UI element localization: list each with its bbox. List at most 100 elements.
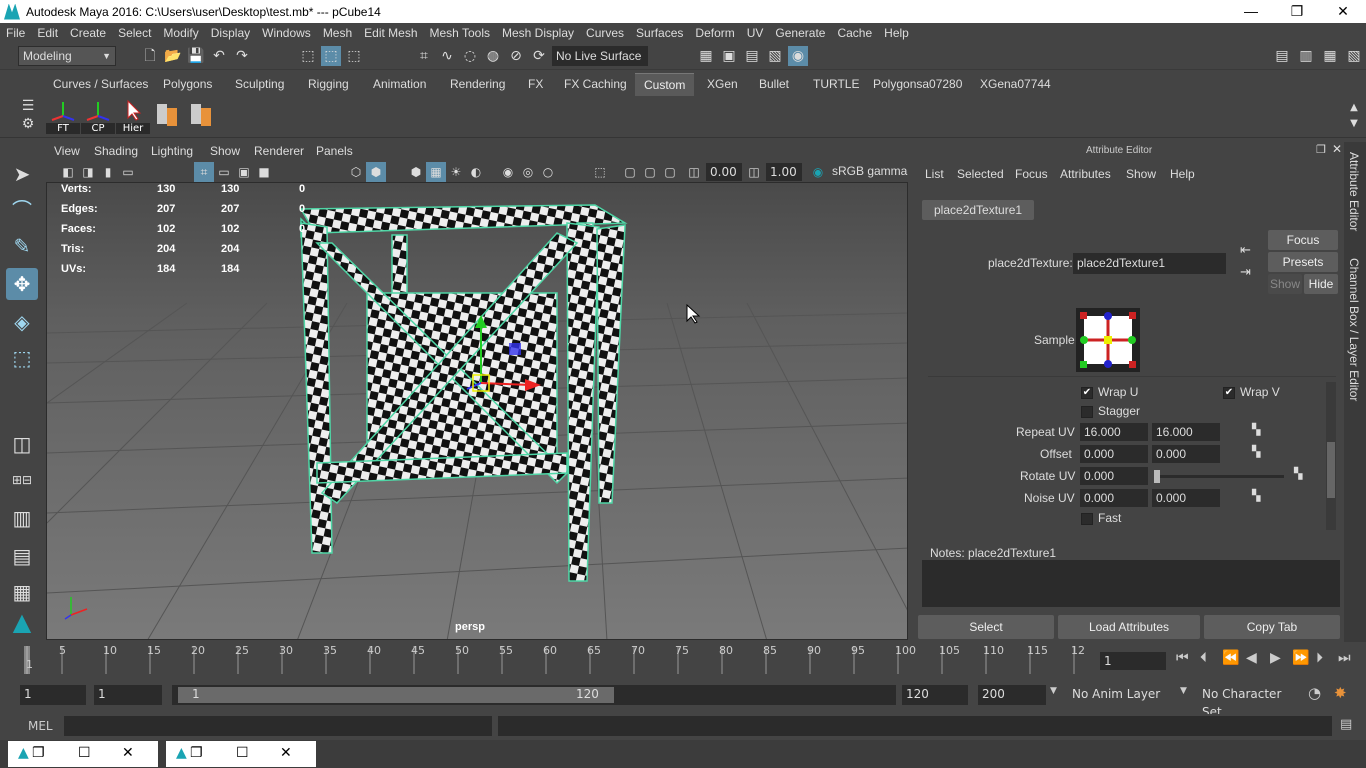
open-scene-icon[interactable]: 📂 — [163, 46, 183, 66]
workspace-icon[interactable]: ▤ — [1272, 46, 1292, 66]
rotate-tool-icon[interactable]: ◈ — [6, 306, 38, 338]
move-tool-icon[interactable]: ✥ — [6, 268, 38, 300]
fast-checkbox[interactable] — [1081, 513, 1093, 525]
anti-alias-icon[interactable]: ○ — [538, 162, 558, 182]
script-editor-icon[interactable]: ▤ — [1340, 717, 1352, 732]
go-to-start-icon[interactable]: ⏮ — [1176, 650, 1189, 666]
snap-surface-icon[interactable]: ⊘ — [506, 46, 526, 66]
menu-mesh-tools[interactable]: Mesh Tools — [424, 23, 496, 43]
playback-range-handle[interactable] — [178, 687, 614, 703]
close-icon[interactable]: ✕ — [122, 745, 134, 761]
shelf-item-script-1[interactable] — [153, 98, 187, 134]
3d-viewport[interactable]: Verts: 130 130 0 Edges: 207 207 0 Faces:… — [46, 182, 908, 640]
scale-tool-icon[interactable]: ⬚ — [6, 342, 38, 374]
animation-preferences-icon[interactable]: ✸ — [1334, 684, 1347, 702]
hypershade-icon[interactable]: ◉ — [788, 46, 808, 66]
ae-scrollbar-thumb[interactable] — [1327, 442, 1335, 498]
shelf-tab-sculpting[interactable]: Sculpting — [226, 73, 293, 96]
menu-surfaces[interactable]: Surfaces — [630, 23, 689, 43]
ae-menu-help[interactable]: Help — [1170, 167, 1195, 181]
select-component-icon[interactable]: ⬚ — [344, 46, 364, 66]
make-live-icon[interactable]: ⟳ — [529, 46, 549, 66]
side-tab-attribute-editor[interactable]: Attribute Editor — [1347, 152, 1361, 231]
shelf-settings-icon[interactable]: ⚙ — [18, 114, 38, 134]
xray-joints-icon[interactable]: ▢ — [640, 162, 660, 182]
camera-attr-icon[interactable]: ◨ — [78, 162, 98, 182]
maximize-icon[interactable]: ☐ — [236, 745, 249, 761]
snap-view-icon[interactable]: ◍ — [483, 46, 503, 66]
command-language-label[interactable]: MEL — [28, 719, 53, 733]
ae-scrollbar[interactable] — [1326, 382, 1336, 530]
menu-uv[interactable]: UV — [741, 23, 770, 43]
select-tool-icon[interactable]: ➤ — [6, 158, 38, 190]
shelf-item-freeze-transforms[interactable]: FT — [46, 98, 80, 134]
minimized-window[interactable]: ▲ ❐ ☐ ✕ — [166, 741, 316, 767]
select-object-icon[interactable]: ⬚ — [321, 46, 341, 66]
stagger-checkbox[interactable] — [1081, 406, 1093, 418]
show-button[interactable]: Show — [1268, 274, 1302, 294]
close-icon[interactable]: ✕ — [280, 745, 292, 761]
textures-toggle-icon[interactable]: ▦ — [426, 162, 446, 182]
toggle-channel-box-icon[interactable]: ▧ — [1344, 46, 1364, 66]
menu-display[interactable]: Display — [205, 23, 256, 43]
shelf-tab-polygonsa07280[interactable]: Polygonsa07280 — [864, 73, 971, 96]
ae-node-tab[interactable]: place2dTexture1 — [922, 200, 1035, 220]
input-connections-icon[interactable]: ⇤ — [1240, 242, 1251, 258]
minimize-button[interactable]: — — [1228, 0, 1274, 23]
shelf-tab-curves-surfaces[interactable]: Curves / Surfaces — [44, 73, 157, 96]
menu-windows[interactable]: Windows — [256, 23, 317, 43]
step-back-key-icon[interactable]: ⏪ — [1222, 650, 1239, 666]
play-backwards-icon[interactable]: ◀ — [1246, 650, 1257, 666]
exposure-field[interactable]: 0.00 — [706, 163, 742, 181]
shelf-item-script-2[interactable] — [187, 98, 221, 134]
focus-button[interactable]: Focus — [1268, 230, 1338, 250]
shelf-tab-xgen[interactable]: XGen — [698, 73, 747, 96]
offset-v-field[interactable]: 0.000 — [1152, 445, 1220, 463]
ae-menu-focus[interactable]: Focus — [1015, 167, 1048, 181]
step-forward-frame-icon[interactable]: ⏵ — [1316, 650, 1323, 666]
redo-icon[interactable]: ↷ — [232, 46, 252, 66]
repeat-u-field[interactable]: 16.000 — [1080, 423, 1148, 441]
color-space-label[interactable]: sRGB gamma — [832, 164, 907, 178]
panel-menu-view[interactable]: View — [54, 144, 80, 158]
maximize-icon[interactable]: ☐ — [78, 745, 91, 761]
graph-editor-layout-icon[interactable]: ▦ — [6, 576, 38, 608]
select-hierarchy-icon[interactable]: ⬚ — [298, 46, 318, 66]
undo-icon[interactable]: ↶ — [209, 46, 229, 66]
rotate-uv-slider[interactable] — [1154, 470, 1284, 483]
anim-start-field[interactable]: 1 — [20, 685, 86, 705]
menu-mesh-display[interactable]: Mesh Display — [496, 23, 580, 43]
map-button-icon[interactable]: ▚ — [1294, 467, 1302, 480]
wrap-u-checkbox[interactable]: ✔ — [1081, 387, 1093, 399]
film-gate-icon[interactable]: ▭ — [214, 162, 234, 182]
two-view-layout-icon[interactable]: ▥ — [6, 502, 38, 534]
rotate-uv-slider-handle[interactable] — [1154, 470, 1160, 483]
ipr-render-icon[interactable]: ▤ — [742, 46, 762, 66]
shelf-tab-bullet[interactable]: Bullet — [750, 73, 798, 96]
shelf-tab-turtle[interactable]: TURTLE — [804, 73, 868, 96]
play-forwards-icon[interactable]: ▶ — [1270, 650, 1281, 666]
exposure-icon[interactable]: ◫ — [684, 162, 704, 182]
panel-menu-renderer[interactable]: Renderer — [254, 144, 304, 158]
go-to-end-icon[interactable]: ⏭ — [1338, 650, 1351, 666]
close-button[interactable]: ✕ — [1320, 0, 1366, 23]
shelf-tab-fx-caching[interactable]: FX Caching — [555, 73, 636, 96]
node-name-field[interactable]: place2dTexture1 — [1073, 253, 1226, 274]
grid-toggle-icon[interactable]: ⌗ — [194, 162, 214, 182]
gamma-field[interactable]: 1.00 — [766, 163, 802, 181]
shelf-tab-polygons[interactable]: Polygons — [154, 73, 221, 96]
paint-select-tool-icon[interactable]: ✎ — [6, 230, 38, 262]
map-button-icon[interactable]: ▚ — [1252, 489, 1260, 502]
render-view-icon[interactable]: ▦ — [696, 46, 716, 66]
float-panel-icon[interactable]: ❐ — [1316, 143, 1326, 156]
shelf-tab-animation[interactable]: Animation — [364, 73, 435, 96]
auto-key-icon[interactable]: ◔ — [1308, 684, 1321, 702]
smooth-shade-icon[interactable]: ⬢ — [366, 162, 386, 182]
side-tab-channel-box[interactable]: Channel Box / Layer Editor — [1347, 258, 1361, 401]
repeat-v-field[interactable]: 16.000 — [1152, 423, 1220, 441]
ambient-occlusion-icon[interactable]: ◉ — [498, 162, 518, 182]
bookmark-icon[interactable]: ▮ — [98, 162, 118, 182]
command-input[interactable] — [64, 716, 492, 736]
rotate-uv-field[interactable]: 0.000 — [1080, 467, 1148, 485]
menu-set-dropdown[interactable]: Modeling ▼ — [18, 46, 116, 66]
